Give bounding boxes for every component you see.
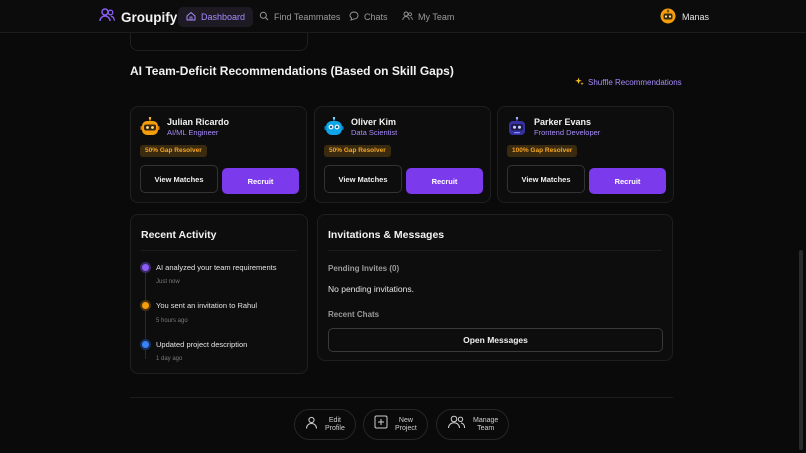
timeline-dot	[142, 302, 149, 309]
scrollbar[interactable]	[799, 250, 803, 450]
recommendation-card-julian: Julian Ricardo AI/ML Engineer 50% Gap Re…	[130, 106, 307, 203]
navy-bot-avatar-icon	[507, 116, 527, 137]
nav-dashboard-label: Dashboard	[201, 12, 246, 22]
activity-text: You sent an invitation to Rahul	[156, 301, 258, 310]
action-label: Manage Team	[473, 416, 499, 432]
shuffle-label: Shuffle Recommendations	[588, 78, 682, 87]
recruit-button[interactable]: Recruit	[222, 168, 299, 194]
nav-find-teammates-label: Find Teammates	[274, 12, 341, 22]
card-role: Frontend Developer	[534, 128, 601, 137]
action-label: New Project	[395, 416, 417, 432]
previous-card-edge	[130, 33, 308, 51]
card-role: AI/ML Engineer	[167, 128, 219, 137]
recommendations-title: AI Team-Deficit Recommendations (Based o…	[130, 64, 454, 78]
orange-bot-avatar-icon	[140, 116, 160, 137]
timeline-dot	[142, 341, 149, 348]
nav-my-team-label: My Team	[418, 12, 455, 22]
activity-text: AI analyzed your team requirements	[156, 263, 277, 272]
divider	[141, 250, 297, 251]
gap-resolver-badge: 100% Gap Resolver	[507, 145, 578, 157]
recent-activity-title: Recent Activity	[141, 229, 217, 241]
recruit-button[interactable]: Recruit	[589, 168, 666, 194]
blue-bot-avatar-icon	[324, 116, 344, 137]
view-matches-button[interactable]: View Matches	[140, 165, 218, 193]
users-logo-icon	[99, 8, 115, 27]
edit-profile-button[interactable]: Edit Profile	[294, 409, 356, 440]
shuffle-recommendations-link[interactable]: Shuffle Recommendations	[575, 77, 682, 88]
plus-square-icon	[374, 415, 388, 434]
brand-name: Groupify	[121, 10, 178, 25]
recent-activity-panel: Recent Activity AI analyzed your team re…	[130, 214, 308, 374]
open-messages-button[interactable]: Open Messages	[328, 328, 663, 352]
new-project-button[interactable]: New Project	[363, 409, 428, 440]
view-matches-button[interactable]: View Matches	[324, 165, 402, 193]
recommendation-card-oliver: Oliver Kim Data Scientist 50% Gap Resolv…	[314, 106, 491, 203]
home-icon	[186, 11, 196, 23]
activity-time: 5 hours ago	[156, 318, 188, 324]
divider	[328, 250, 662, 251]
manage-team-button[interactable]: Manage Team	[436, 409, 510, 440]
no-invitations-text: No pending invitations.	[328, 284, 415, 294]
user-name: Manas	[682, 12, 710, 22]
activity-time: Just now	[156, 279, 180, 285]
user-icon	[305, 416, 318, 434]
brand[interactable]: Groupify	[99, 8, 177, 27]
recent-chats-label: Recent Chats	[328, 310, 380, 319]
divider	[130, 397, 673, 398]
gap-resolver-badge: 50% Gap Resolver	[140, 145, 207, 157]
pending-invites-label: Pending Invites (0)	[328, 264, 400, 273]
action-label: Edit Profile	[325, 416, 345, 432]
recommendation-card-parker: Parker Evans Frontend Developer 100% Gap…	[497, 106, 674, 203]
chat-icon	[349, 11, 359, 23]
invitations-panel: Invitations & Messages Pending Invites (…	[317, 214, 673, 361]
card-name: Julian Ricardo	[167, 117, 230, 127]
search-icon	[259, 11, 269, 23]
activity-text: Updated project description	[156, 340, 248, 349]
avatar	[660, 8, 676, 26]
timeline-dot	[142, 264, 149, 271]
sparkles-icon	[575, 77, 584, 88]
activity-time: 1 day ago	[156, 356, 183, 362]
nav-my-team[interactable]: My Team	[394, 7, 462, 27]
user-menu[interactable]: Manas	[660, 8, 709, 26]
view-matches-button[interactable]: View Matches	[507, 165, 585, 193]
users-icon	[402, 11, 413, 23]
nav-chats[interactable]: Chats	[341, 7, 396, 27]
card-name: Oliver Kim	[351, 117, 397, 127]
nav-chats-label: Chats	[364, 12, 388, 22]
card-role: Data Scientist	[351, 128, 398, 137]
recruit-button[interactable]: Recruit	[406, 168, 483, 194]
nav-find-teammates[interactable]: Find Teammates	[251, 7, 348, 27]
top-navbar: Groupify Dashboard Find Teammates Chats …	[0, 0, 806, 33]
card-name: Parker Evans	[534, 117, 592, 127]
invitations-title: Invitations & Messages	[328, 229, 445, 241]
nav-dashboard[interactable]: Dashboard	[178, 7, 254, 27]
users-icon	[447, 415, 466, 434]
gap-resolver-badge: 50% Gap Resolver	[324, 145, 391, 157]
